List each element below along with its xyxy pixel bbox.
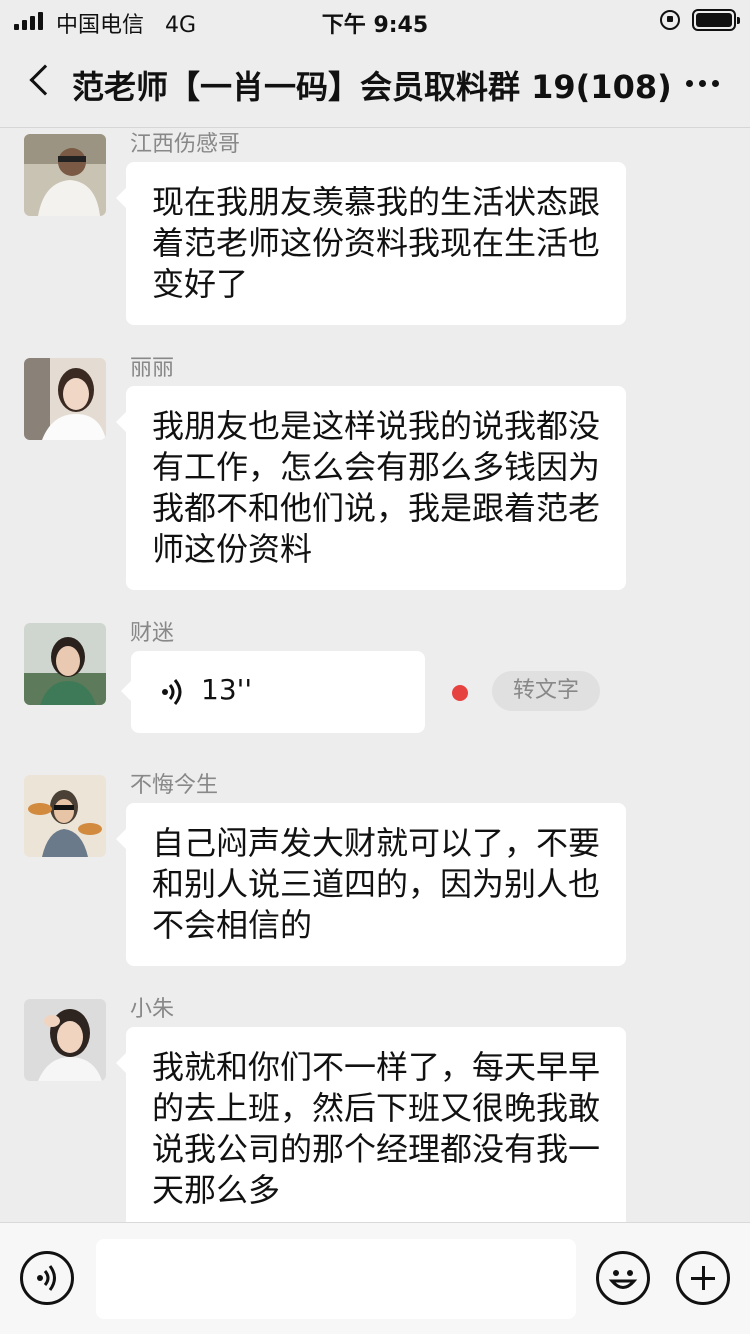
sender-name: 丽丽 xyxy=(130,356,175,381)
avatar[interactable] xyxy=(24,775,106,857)
avatar[interactable] xyxy=(24,358,106,440)
more-icon[interactable] xyxy=(686,80,719,87)
convert-to-text-button[interactable]: 转文字 xyxy=(492,671,600,711)
sender-name: 小朱 xyxy=(130,997,175,1022)
status-bar: 中国电信 4G 下午 9:45 xyxy=(0,0,750,40)
sender-name: 不悔今生 xyxy=(130,773,219,798)
unread-dot xyxy=(452,685,468,701)
avatar[interactable] xyxy=(24,623,106,705)
message-bubble[interactable]: 我朋友也是这样说我的说我都没有工作，怎么会有那么多钱因为我都不和他们说，我是跟着… xyxy=(116,386,626,590)
clock: 下午 9:45 xyxy=(321,13,429,38)
emoji-icon xyxy=(608,1270,638,1289)
sender-name: 财迷 xyxy=(130,621,175,646)
voice-message-bubble[interactable]: 13'' xyxy=(121,651,425,733)
chat-header: 范老师【一肖一码】会员取料群 19(108) xyxy=(0,40,750,128)
avatar[interactable] xyxy=(24,999,106,1081)
avatar[interactable] xyxy=(24,134,106,216)
message-bubble[interactable]: 我就和你们不一样了，每天早早的去上班，然后下班又很晚我敢说我公司的那个经理都没有… xyxy=(116,1027,626,1231)
chat-title: 范老师【一肖一码】会员取料群 19(108) xyxy=(72,68,672,106)
more-functions-button[interactable] xyxy=(676,1251,730,1305)
message-input[interactable] xyxy=(96,1239,576,1319)
voice-icon xyxy=(37,1265,56,1291)
battery-icon xyxy=(692,9,740,31)
voice-wave-icon xyxy=(162,679,182,705)
voice-input-button[interactable] xyxy=(20,1251,74,1305)
message-bubble[interactable]: 自己闷声发大财就可以了，不要和别人说三道四的，因为别人也不会相信的 xyxy=(116,803,626,966)
message-bubble[interactable]: 现在我朋友羡慕我的生活状态跟着范老师这份资料我现在生活也变好了 xyxy=(116,162,626,325)
rotation-lock-icon xyxy=(660,10,680,30)
plus-icon-stroke xyxy=(701,1266,705,1290)
voice-duration: 13'' xyxy=(201,673,253,706)
emoji-button[interactable] xyxy=(596,1251,650,1305)
chat-input-bar xyxy=(0,1222,750,1334)
back-icon[interactable] xyxy=(29,64,61,96)
sender-name: 江西伤感哥 xyxy=(130,132,241,157)
